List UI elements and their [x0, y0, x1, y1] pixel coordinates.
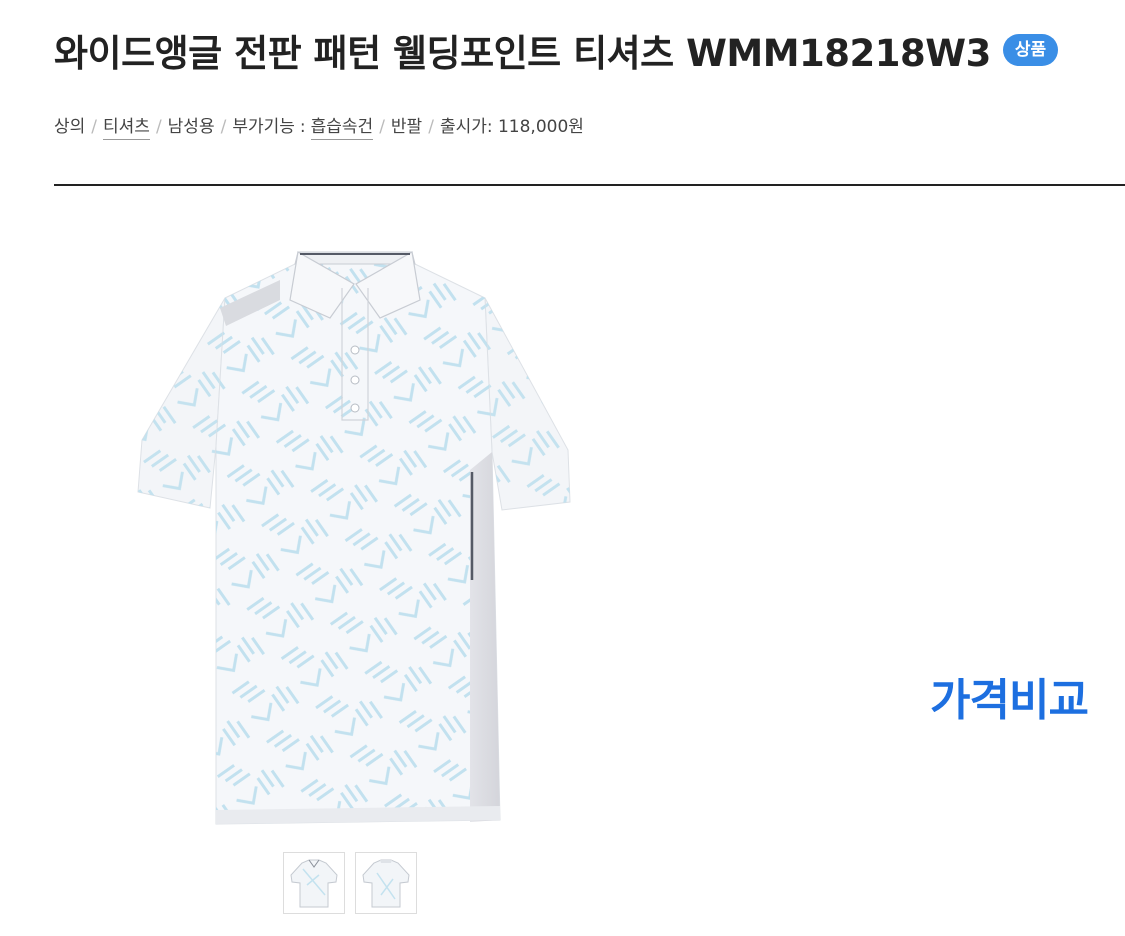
spec-release-price: 출시가: 118,000원: [439, 117, 584, 137]
spec-feature-label: 부가기능: [232, 117, 295, 137]
shirt-front-thumbnail-icon: [290, 859, 338, 908]
spec-feature-link[interactable]: 흡습속건: [310, 112, 374, 140]
thumbnail-back[interactable]: [355, 852, 417, 914]
price-compare-link[interactable]: 가격비교: [930, 664, 1089, 728]
product-title: 와이드앵글 전판 패턴 웰딩포인트 티셔츠 WMM18218W3: [54, 32, 991, 75]
thumbnail-strip: [283, 852, 417, 914]
spec-separator: /: [379, 117, 385, 137]
spec-colon: :: [299, 117, 306, 137]
spec-gender: 남성용: [167, 117, 215, 137]
spec-sleeve: 반팔: [390, 117, 423, 137]
polo-shirt-front-image: [137, 251, 571, 825]
spec-breadcrumb: 상의 / 티셔츠 / 남성용 / 부가기능 : 흡습속건 / 반팔 / 출시가:…: [54, 112, 584, 140]
spec-separator: /: [428, 117, 434, 137]
product-page: 와이드앵글 전판 패턴 웰딩포인트 티셔츠 WMM18218W3 상품 상의 /…: [0, 0, 1125, 936]
shirt-back-thumbnail-icon: [362, 859, 410, 908]
thumbnail-front[interactable]: [283, 852, 345, 914]
product-badge[interactable]: 상품: [1002, 34, 1059, 66]
spec-separator: /: [91, 117, 98, 137]
spec-category: 상의: [54, 117, 86, 137]
spec-separator: /: [220, 117, 227, 137]
section-divider: [54, 184, 1125, 186]
main-product-image[interactable]: [130, 240, 580, 840]
spec-separator: /: [155, 117, 162, 137]
title-row: 와이드앵글 전판 패턴 웰딩포인트 티셔츠 WMM18218W3 상품: [54, 22, 1059, 78]
spec-type-link[interactable]: 티셔츠: [103, 112, 150, 140]
